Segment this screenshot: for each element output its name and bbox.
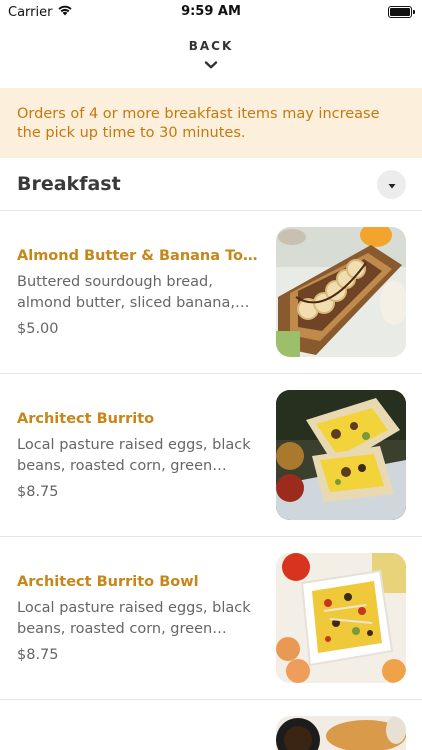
menu-item-name: Architect Burrito	[17, 410, 155, 427]
menu-item-text: Architect Burrito Bowl Local pasture rai…	[17, 574, 276, 663]
category-title: Breakfast	[17, 173, 121, 195]
menu-item-architect-burrito[interactable]: Architect Burrito Local pasture raised e…	[0, 374, 422, 537]
menu-item-description: Buttered sourdough bread, almond butter,…	[17, 273, 235, 311]
menu-item-price: $5.00	[17, 320, 59, 337]
caret-down-icon	[387, 175, 397, 194]
menu-item-photo	[276, 227, 406, 357]
battery-icon	[388, 6, 415, 18]
menu-item-price: $8.75	[17, 646, 59, 663]
order-notice-text: Orders of 4 or more breakfast items may …	[17, 106, 380, 141]
menu-item-text: Almond Butter & Banana Toast Buttered so…	[17, 248, 276, 337]
menu-item-price: $8.75	[17, 483, 59, 500]
back-button[interactable]: BACK	[0, 24, 422, 88]
status-bar: Carrier 9:59 AM	[0, 0, 422, 24]
chevron-down-icon	[204, 55, 218, 74]
menu-item-photo	[276, 553, 406, 683]
menu-item-partial[interactable]	[0, 700, 422, 750]
menu-item-text: Architect Burrito Local pasture raised e…	[17, 411, 276, 500]
menu-item-name: Almond Butter & Banana Toast	[17, 247, 258, 264]
menu-item-photo	[276, 390, 406, 520]
menu-item-almond-butter-banana-toast[interactable]: Almond Butter & Banana Toast Buttered so…	[0, 211, 422, 374]
category-header: Breakfast	[0, 158, 422, 211]
menu-item-description: Local pasture raised eggs, black beans, …	[17, 436, 251, 474]
menu-item-photo	[276, 716, 406, 750]
menu-item-description: Local pasture raised eggs, black beans, …	[17, 599, 251, 637]
order-notice-banner: Orders of 4 or more breakfast items may …	[0, 88, 422, 158]
back-label: BACK	[188, 38, 234, 53]
collapse-category-button[interactable]	[377, 169, 406, 199]
clock: 9:59 AM	[181, 4, 241, 19]
menu-item-list: Almond Butter & Banana Toast Buttered so…	[0, 211, 422, 700]
menu-item-name: Architect Burrito Bowl	[17, 573, 199, 590]
menu-item-architect-burrito-bowl[interactable]: Architect Burrito Bowl Local pasture rai…	[0, 537, 422, 700]
